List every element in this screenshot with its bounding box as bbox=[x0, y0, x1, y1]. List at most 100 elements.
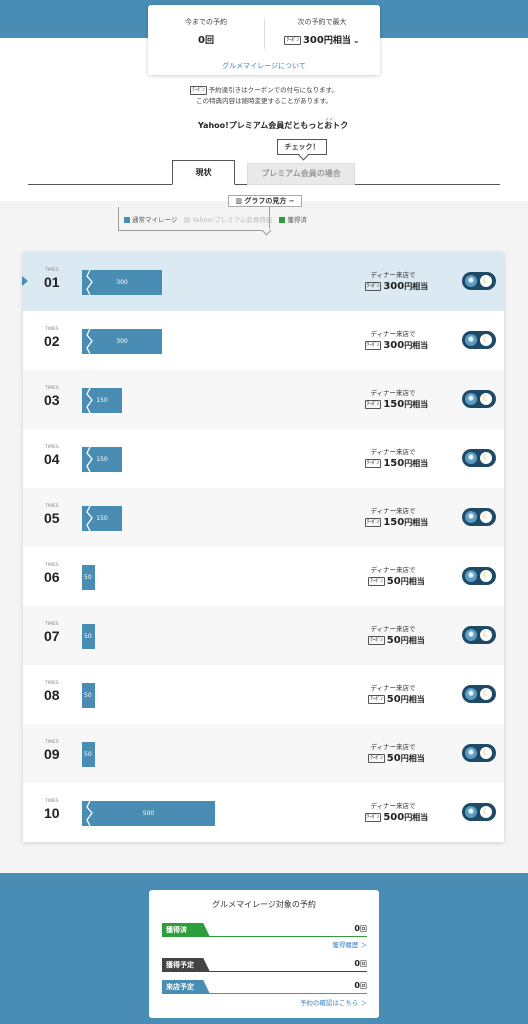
sun-icon: ✺ bbox=[465, 806, 477, 818]
coupon-note: ｸｰﾎﾟﾝ 予約達引きはクーポンでの付与になります。 bbox=[0, 84, 528, 95]
moon-icon: ☾ bbox=[480, 275, 492, 287]
day-night-toggle[interactable]: ✺ ☾ bbox=[462, 567, 496, 585]
coupon-amount-value: 500 bbox=[383, 812, 405, 823]
mileage-bar: 50 bbox=[82, 624, 95, 649]
coupon-badge: ｸｰﾎﾟﾝ bbox=[364, 458, 382, 468]
coupon-amount: ｸｰﾎﾟﾝ 150円相当 bbox=[358, 458, 435, 469]
sparkle-icon: ⸝⸝ bbox=[325, 113, 333, 122]
coupon-amount-unit: 円相当 bbox=[404, 518, 429, 527]
coupon-badge: ｸｰﾎﾟﾝ bbox=[364, 399, 382, 409]
legend-item-normal: 通常マイレージ bbox=[124, 216, 177, 224]
coupon-amount-value: 150 bbox=[383, 458, 405, 469]
coupon-amount-value: 50 bbox=[386, 635, 401, 646]
coupon-amount-unit: 円相当 bbox=[404, 282, 429, 291]
mileage-bar: 50 bbox=[82, 565, 95, 590]
times-label: TIMES bbox=[45, 622, 59, 627]
status-card: グルメマイレージ対象の予約 獲得済 0回 獲得履歴 ＞獲得予定 0回 来店予定 0回 予約の… bbox=[149, 890, 379, 1018]
day-night-toggle[interactable]: ✺ ☾ bbox=[462, 508, 496, 526]
earned-history-link[interactable]: 獲得履歴 ＞ bbox=[332, 939, 367, 949]
about-mileage-link[interactable]: グルメマイレージについて bbox=[148, 61, 380, 71]
bar-break-icon bbox=[86, 270, 93, 295]
minus-icon: − bbox=[286, 197, 295, 205]
coupon-amount-unit: 円相当 bbox=[404, 341, 429, 350]
day-night-toggle[interactable]: ✺ ☾ bbox=[462, 685, 496, 703]
dinner-label: ディナー来店で bbox=[370, 507, 416, 515]
sun-icon: ✺ bbox=[465, 570, 477, 582]
coupon-badge: ｸｰﾎﾟﾝ bbox=[368, 635, 385, 645]
reservation-row: TIMES 02 300 ディナー来店で ｸｰﾎﾟﾝ 300円相当 ✺ ☾ bbox=[23, 311, 504, 370]
day-night-toggle[interactable]: ✺ ☾ bbox=[462, 744, 496, 762]
status-title: グルメマイレージ対象の予約 bbox=[212, 900, 316, 909]
coupon-badge: ｸｰﾎﾟﾝ bbox=[364, 281, 382, 291]
coupon-badge: ｸｰﾎﾟﾝ bbox=[368, 576, 385, 586]
day-night-toggle[interactable]: ✺ ☾ bbox=[462, 449, 496, 467]
day-night-toggle[interactable]: ✺ ☾ bbox=[462, 272, 496, 290]
reservation-row: TIMES 09 50 ディナー来店で ｸｰﾎﾟﾝ 50円相当 ✺ ☾ bbox=[23, 724, 504, 783]
coupon-badge: ｸｰﾎﾟﾝ bbox=[368, 753, 385, 763]
mileage-bar: 300 bbox=[82, 329, 162, 354]
moon-icon: ☾ bbox=[480, 393, 492, 405]
reservation-check-link[interactable]: 予約の確認はこちら ＞ bbox=[300, 997, 367, 1007]
reservation-row: TIMES 04 150 ディナー来店で ｸｰﾎﾟﾝ 150円相当 ✺ ☾ bbox=[23, 429, 504, 488]
reservation-row: TIMES 07 50 ディナー来店で ｸｰﾎﾟﾝ 50円相当 ✺ ☾ bbox=[23, 606, 504, 665]
times-label: TIMES bbox=[45, 740, 59, 745]
reservation-row: TIMES 10 500 ディナー来店で ｸｰﾎﾟﾝ 500円相当 ✺ ☾ bbox=[23, 783, 504, 842]
tab-premium[interactable]: プレミアム会員の場合 bbox=[247, 163, 355, 185]
past-reservations-label: 今までの予約 bbox=[185, 18, 227, 26]
coupon-note-text: 予約達引きはクーポンでの付与になります。 bbox=[208, 86, 338, 94]
reservation-row: TIMES 06 50 ディナー来店で ｸｰﾎﾟﾝ 50円相当 ✺ ☾ bbox=[23, 547, 504, 606]
current-marker-icon bbox=[22, 276, 28, 286]
day-night-toggle[interactable]: ✺ ☾ bbox=[462, 803, 496, 821]
dinner-label: ディナー来店で bbox=[370, 625, 416, 633]
graph-guide-label: グラフの見方 bbox=[244, 197, 287, 205]
sun-icon: ✺ bbox=[465, 452, 477, 464]
mileage-value: 300 bbox=[116, 279, 128, 286]
moon-icon: ☾ bbox=[480, 452, 492, 464]
bar-break-icon bbox=[86, 447, 93, 472]
times-number: 04 bbox=[44, 451, 60, 467]
coupon-amount-value: 300 bbox=[383, 281, 405, 292]
times-label: TIMES bbox=[45, 386, 59, 391]
change-note: この特典内容は随時変更することがあります。 bbox=[196, 97, 332, 105]
next-reservation-value[interactable]: ｸｰﾎﾟﾝ 300円相当 ⌄ bbox=[264, 33, 380, 46]
coupon-amount: ｸｰﾎﾟﾝ 50円相当 bbox=[358, 576, 435, 587]
day-night-toggle[interactable]: ✺ ☾ bbox=[462, 331, 496, 349]
tab-current[interactable]: 現状 bbox=[172, 160, 235, 185]
coupon-badge: ｸｰﾎﾟﾝ bbox=[364, 517, 382, 527]
day-night-toggle[interactable]: ✺ ☾ bbox=[462, 626, 496, 644]
mileage-value: 150 bbox=[96, 456, 108, 463]
dinner-label: ディナー来店で bbox=[370, 566, 416, 574]
times-number: 09 bbox=[44, 746, 60, 762]
day-night-toggle[interactable]: ✺ ☾ bbox=[462, 390, 496, 408]
status-value: 0回 bbox=[354, 959, 367, 969]
sun-icon: ✺ bbox=[465, 511, 477, 523]
chevron-down-icon[interactable]: ⌄ bbox=[353, 36, 360, 45]
mileage-bar: 150 bbox=[82, 506, 122, 531]
legend-swatch-normal bbox=[124, 217, 130, 223]
sun-icon: ✺ bbox=[465, 629, 477, 641]
moon-icon: ☾ bbox=[480, 806, 492, 818]
graph-guide-button[interactable]: ▥ グラフの見方 − bbox=[228, 195, 302, 207]
moon-icon: ☾ bbox=[480, 511, 492, 523]
reservation-summary-card: 今までの予約 0回 次の予約で最大 ｸｰﾎﾟﾝ 300円相当 ⌄ グルメマイレージに… bbox=[148, 5, 380, 75]
bar-break-icon bbox=[86, 388, 93, 413]
mileage-value: 300 bbox=[116, 338, 128, 345]
sun-icon: ✺ bbox=[465, 275, 477, 287]
mileage-bar: 50 bbox=[82, 683, 95, 708]
status-value: 0回 bbox=[354, 981, 367, 991]
coupon-amount: ｸｰﾎﾟﾝ 150円相当 bbox=[358, 517, 435, 528]
moon-icon: ☾ bbox=[480, 570, 492, 582]
coupon-amount-unit: 円相当 bbox=[400, 695, 425, 704]
mileage-value: 50 bbox=[84, 692, 92, 699]
times-label: TIMES bbox=[45, 799, 59, 804]
next-reservation-max[interactable]: 次の予約で最大 ｸｰﾎﾟﾝ 300円相当 ⌄ bbox=[264, 17, 380, 46]
coupon-amount-unit: 円相当 bbox=[400, 754, 425, 763]
coupon-amount: ｸｰﾎﾟﾝ 500円相当 bbox=[358, 812, 435, 823]
reservation-list: TIMES 01 300 ディナー来店で ｸｰﾎﾟﾝ 300円相当 ✺ ☾ TIMES 02 300… bbox=[22, 252, 504, 842]
sun-icon: ✺ bbox=[465, 334, 477, 346]
mileage-value: 150 bbox=[96, 515, 108, 522]
coupon-amount-unit: 円相当 bbox=[404, 459, 429, 468]
coupon-amount-value: 50 bbox=[386, 694, 401, 705]
status-row: 獲得済 0回 bbox=[162, 923, 367, 937]
times-number: 05 bbox=[44, 510, 60, 526]
